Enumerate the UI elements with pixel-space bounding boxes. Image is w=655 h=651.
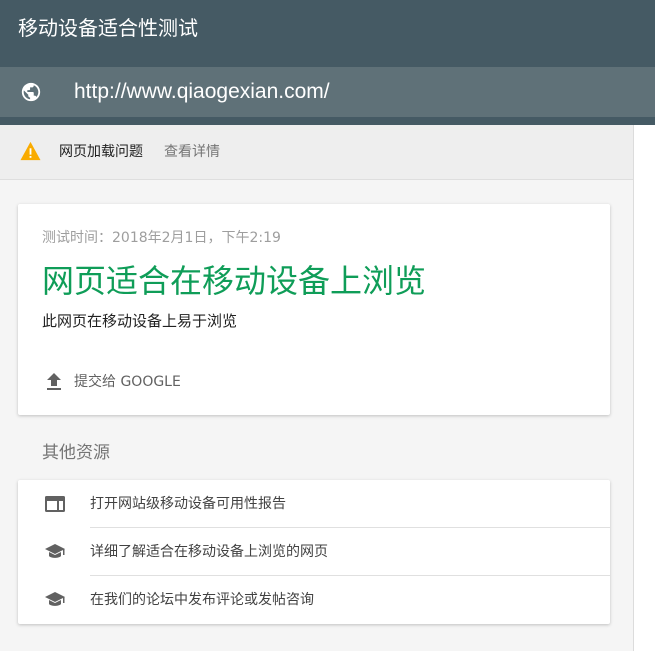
test-time: 测试时间：2018年2月1日，下午2:19 xyxy=(42,230,281,246)
web-window-icon xyxy=(45,496,65,512)
resources-card: 打开网站级移动设备可用性报告 详细了解适合在移动设备上浏览的网页 在我们的论坛中… xyxy=(18,480,610,624)
app-title: 移动设备适合性测试 xyxy=(18,16,198,40)
warning-icon xyxy=(20,141,41,161)
resources-title: 其他资源 xyxy=(42,443,110,463)
page-loading-issue-bar: 网页加载问题 查看详情 xyxy=(0,125,633,180)
resource-item-learn-more[interactable]: 详细了解适合在移动设备上浏览的网页 xyxy=(18,528,610,576)
url-text[interactable]: http://www.qiaogexian.com/ xyxy=(74,78,330,106)
upload-icon xyxy=(47,373,61,390)
url-bar[interactable]: http://www.qiaogexian.com/ xyxy=(0,67,655,117)
view-details-link[interactable]: 查看详情 xyxy=(164,142,220,162)
result-card: 测试时间：2018年2月1日，下午2:19 网页适合在移动设备上浏览 此网页在移… xyxy=(18,204,610,415)
resource-label: 在我们的论坛中发布评论或发帖咨询 xyxy=(90,592,314,608)
resource-item-usability-report[interactable]: 打开网站级移动设备可用性报告 xyxy=(18,480,610,528)
submit-label: 提交给 GOOGLE xyxy=(74,374,181,390)
resource-label: 打开网站级移动设备可用性报告 xyxy=(90,496,286,512)
graduation-cap-icon xyxy=(45,592,65,606)
graduation-cap-icon xyxy=(45,544,65,558)
globe-icon xyxy=(21,82,41,102)
result-title: 网页适合在移动设备上浏览 xyxy=(42,262,427,300)
resource-label: 详细了解适合在移动设备上浏览的网页 xyxy=(90,544,328,560)
app-header: 移动设备适合性测试 http://www.qiaogexian.com/ xyxy=(0,0,655,125)
resource-item-forum[interactable]: 在我们的论坛中发布评论或发帖咨询 xyxy=(18,576,610,624)
main-content: 网页加载问题 查看详情 测试时间：2018年2月1日，下午2:19 网页适合在移… xyxy=(0,125,634,651)
scrollbar-track[interactable] xyxy=(634,125,655,651)
result-subtitle: 此网页在移动设备上易于浏览 xyxy=(42,312,238,330)
issue-label: 网页加载问题 xyxy=(59,144,143,160)
